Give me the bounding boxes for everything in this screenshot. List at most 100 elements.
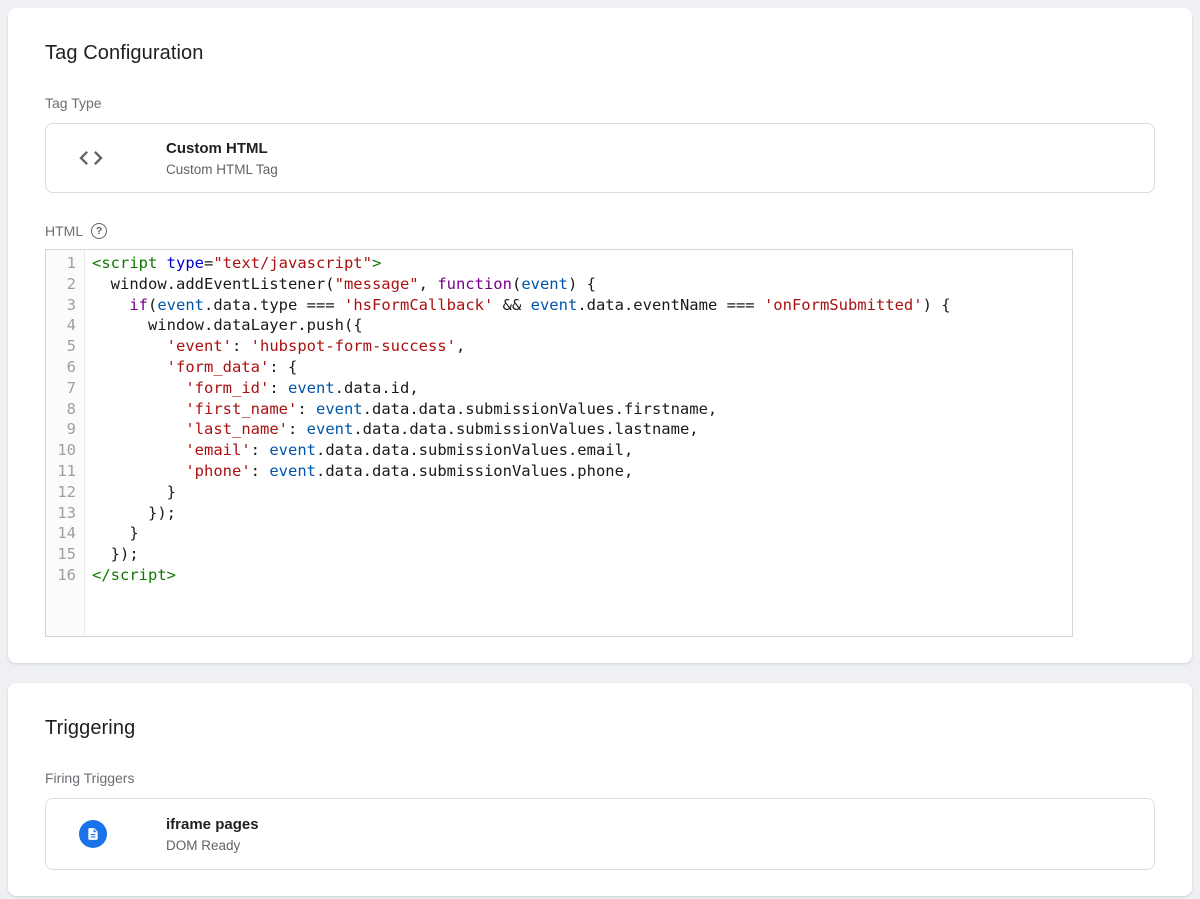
code-line[interactable]: } (92, 523, 1072, 544)
code-token (92, 296, 129, 314)
code-token: event (269, 462, 316, 480)
code-token: event (157, 296, 204, 314)
code-token: 'onFormSubmitted' (764, 296, 923, 314)
code-token: function (437, 275, 512, 293)
code-token: if (129, 296, 148, 314)
code-token: ( (148, 296, 157, 314)
tag-configuration-card: Tag Configuration Tag Type Custom HTML C… (8, 8, 1192, 663)
code-line[interactable]: </script> (92, 565, 1072, 586)
code-token (92, 420, 185, 438)
tag-type-name: Custom HTML (166, 140, 278, 157)
code-token: } (92, 483, 176, 501)
trigger-name: iframe pages (166, 816, 259, 833)
code-token: : (288, 420, 307, 438)
line-number: 15 (46, 544, 76, 565)
code-token: 'last_name' (185, 420, 288, 438)
code-token: ) { (923, 296, 951, 314)
trigger-info: iframe pages DOM Ready (166, 816, 259, 853)
code-line[interactable]: window.addEventListener("message", funct… (92, 274, 1072, 295)
tag-type-selector[interactable]: Custom HTML Custom HTML Tag (45, 123, 1155, 193)
tag-type-description: Custom HTML Tag (166, 162, 278, 177)
code-token: && (493, 296, 530, 314)
code-token: .data.data.submissionValues.phone, (316, 462, 633, 480)
line-number: 1 (46, 253, 76, 274)
code-token: 'event' (167, 337, 232, 355)
code-line[interactable]: 'email': event.data.data.submissionValue… (92, 440, 1072, 461)
code-token: , (456, 337, 465, 355)
code-token: event (288, 379, 335, 397)
code-token (92, 358, 167, 376)
triggering-card: Triggering Firing Triggers iframe pages … (8, 683, 1192, 896)
code-token: type (167, 254, 204, 272)
code-line[interactable]: window.dataLayer.push({ (92, 315, 1072, 336)
code-line[interactable]: }); (92, 503, 1072, 524)
code-token: , (419, 275, 438, 293)
code-token: .data.type === (204, 296, 344, 314)
code-token (92, 337, 167, 355)
code-line[interactable]: 'first_name': event.data.data.submission… (92, 399, 1072, 420)
trigger-event-type: DOM Ready (166, 838, 259, 853)
line-number: 14 (46, 523, 76, 544)
code-line[interactable]: 'event': 'hubspot-form-success', (92, 336, 1072, 357)
code-token: : (232, 337, 251, 355)
code-token: } (92, 524, 139, 542)
code-token (92, 379, 185, 397)
code-token: .data.id, (335, 379, 419, 397)
line-number: 11 (46, 461, 76, 482)
code-line[interactable]: } (92, 482, 1072, 503)
code-token (92, 400, 185, 418)
code-line[interactable]: <script type="text/javascript"> (92, 253, 1072, 274)
code-token: 'hsFormCallback' (344, 296, 493, 314)
code-token: event (531, 296, 578, 314)
code-token (92, 441, 185, 459)
help-icon[interactable]: ? (91, 223, 107, 239)
code-token: window.addEventListener( (92, 275, 335, 293)
code-token: ( (512, 275, 521, 293)
line-number: 12 (46, 482, 76, 503)
code-lines[interactable]: <script type="text/javascript"> window.a… (85, 250, 1072, 636)
line-number: 3 (46, 295, 76, 316)
line-number: 6 (46, 357, 76, 378)
code-token: 'phone' (185, 462, 250, 480)
firing-trigger-item[interactable]: iframe pages DOM Ready (45, 798, 1155, 870)
html-code-editor[interactable]: 12345678910111213141516 <script type="te… (45, 249, 1073, 637)
code-token: event (307, 420, 354, 438)
tag-type-label-text: Tag Type (45, 95, 102, 111)
code-token: event (269, 441, 316, 459)
line-number: 8 (46, 399, 76, 420)
code-token: "message" (335, 275, 419, 293)
code-line[interactable]: 'form_data': { (92, 357, 1072, 378)
code-line[interactable]: 'form_id': event.data.id, (92, 378, 1072, 399)
code-token: 'first_name' (185, 400, 297, 418)
code-token: 'email' (185, 441, 250, 459)
line-number: 7 (46, 378, 76, 399)
code-brackets-icon (76, 143, 106, 173)
line-number: 16 (46, 565, 76, 586)
line-number: 4 (46, 315, 76, 336)
code-line[interactable]: }); (92, 544, 1072, 565)
code-token: : { (269, 358, 297, 376)
code-token: .data.data.submissionValues.email, (316, 441, 633, 459)
code-token: .data.data.submissionValues.lastname, (353, 420, 698, 438)
firing-triggers-label: Firing Triggers (45, 770, 1155, 786)
code-line[interactable]: 'phone': event.data.data.submissionValue… (92, 461, 1072, 482)
code-line[interactable]: if(event.data.type === 'hsFormCallback' … (92, 295, 1072, 316)
code-token: window.dataLayer.push({ (92, 316, 363, 334)
code-token: 'form_data' (167, 358, 270, 376)
tag-type-info: Custom HTML Custom HTML Tag (166, 140, 278, 177)
code-token: ) { (568, 275, 596, 293)
code-token: "text/javascript" (213, 254, 372, 272)
code-token: .data.eventName === (577, 296, 764, 314)
line-number: 5 (46, 336, 76, 357)
code-line[interactable]: 'last_name': event.data.data.submissionV… (92, 419, 1072, 440)
firing-triggers-label-text: Firing Triggers (45, 770, 134, 786)
code-token: }); (92, 504, 176, 522)
line-number: 9 (46, 419, 76, 440)
code-token: event (316, 400, 363, 418)
code-token: <script (92, 254, 167, 272)
tag-configuration-title: Tag Configuration (45, 42, 1155, 65)
line-number: 2 (46, 274, 76, 295)
line-number: 10 (46, 440, 76, 461)
code-token: 'form_id' (185, 379, 269, 397)
html-label-text: HTML (45, 223, 83, 239)
